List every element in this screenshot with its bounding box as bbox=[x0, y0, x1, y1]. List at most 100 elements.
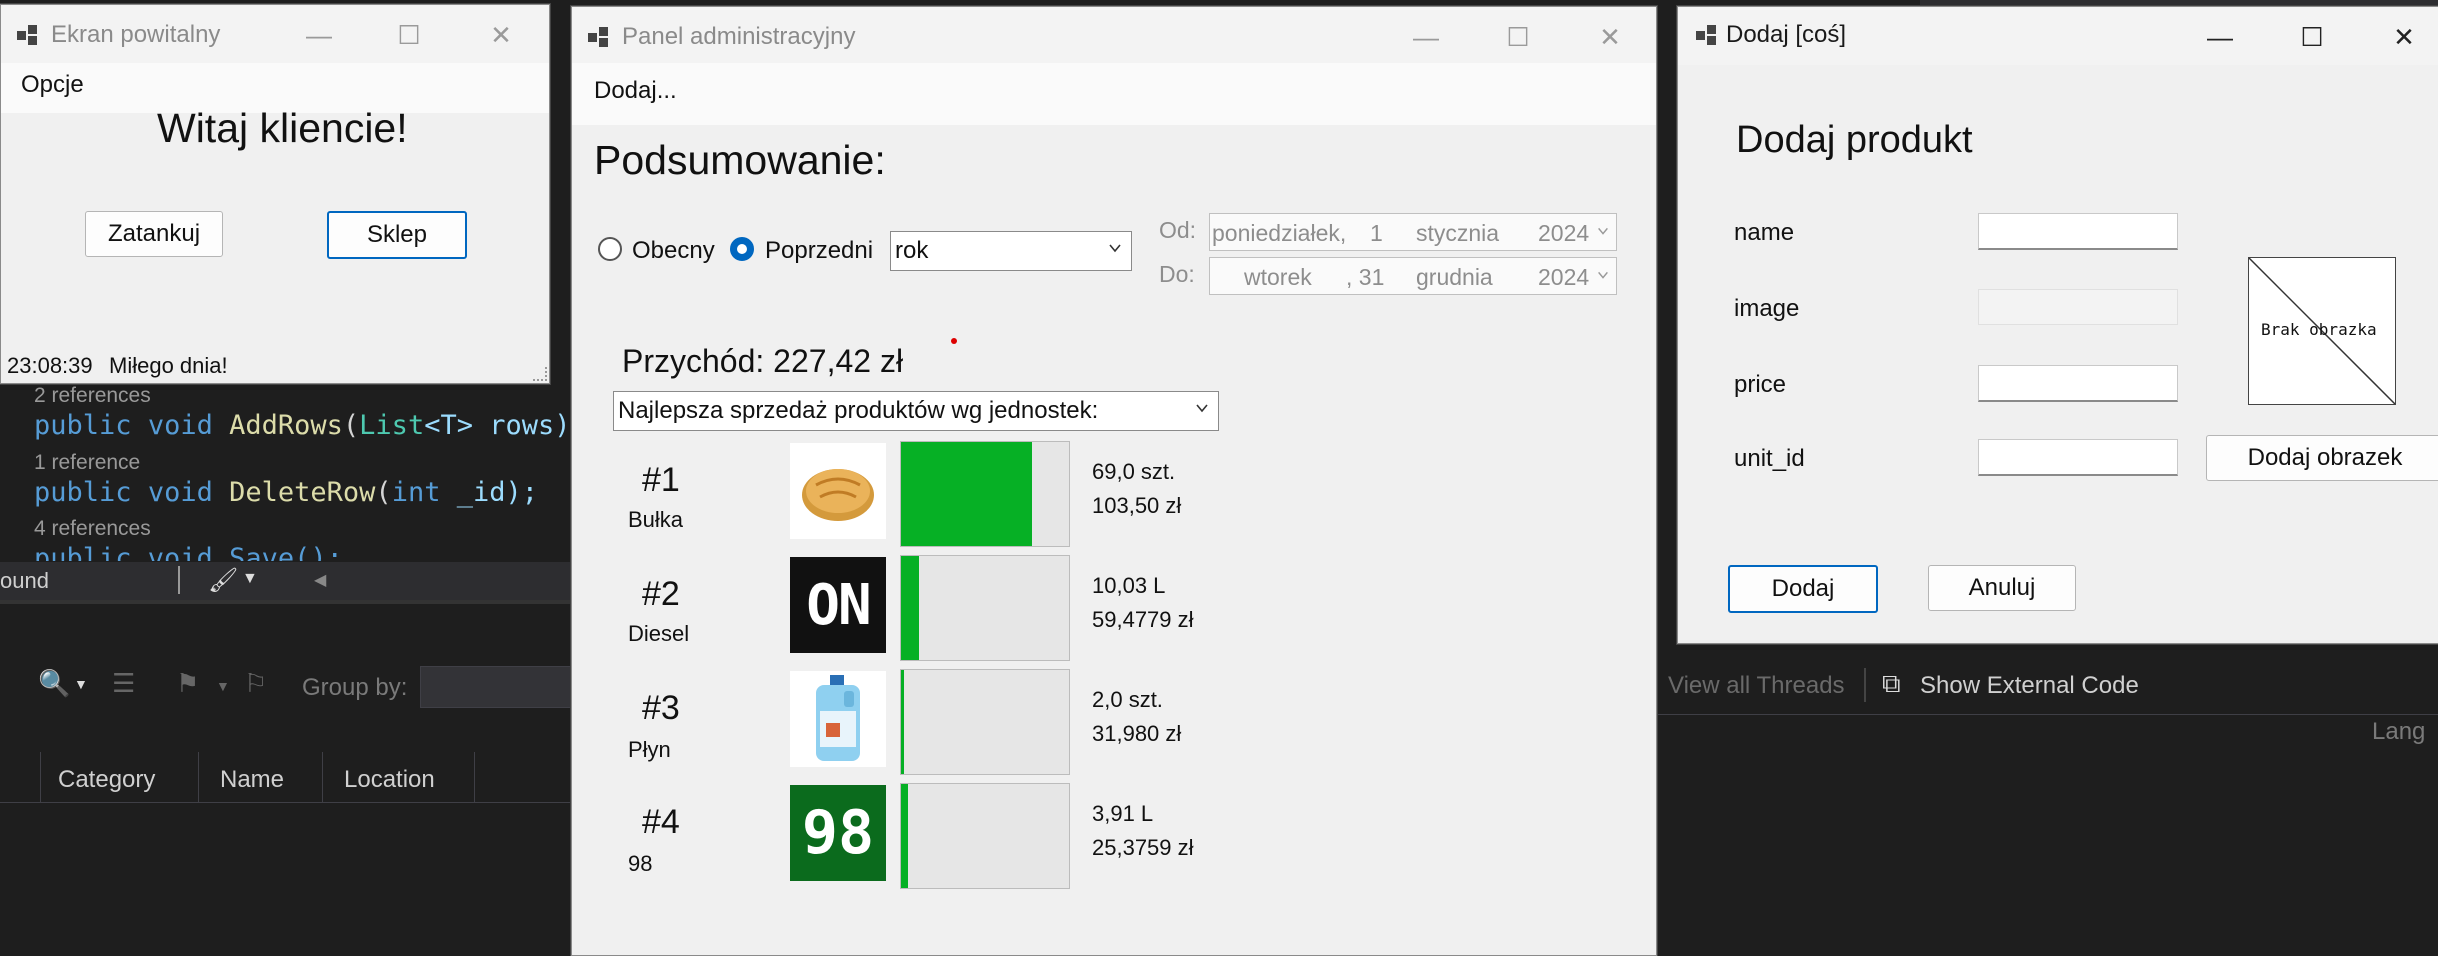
sales-progress-bar bbox=[900, 555, 1070, 661]
column-divider bbox=[198, 752, 199, 802]
rank-number: #1 bbox=[642, 461, 680, 499]
title-bar[interactable]: Panel administracyjny — ☐ ✕ bbox=[572, 7, 1656, 65]
minimize-icon[interactable]: — bbox=[2190, 17, 2250, 57]
price-input[interactable] bbox=[1978, 365, 2178, 402]
name-input[interactable] bbox=[1978, 213, 2178, 250]
ide-separator bbox=[0, 600, 570, 604]
group-by-input[interactable] bbox=[420, 666, 572, 708]
summary-heading: Podsumowanie: bbox=[594, 137, 886, 183]
diesel-label-graphic: ON bbox=[806, 572, 871, 638]
rank-quantity: 69,0 szt. bbox=[1092, 459, 1176, 484]
rank-value: 103,50 zł bbox=[1092, 493, 1182, 518]
method-name: DeleteRow bbox=[229, 477, 376, 508]
type-name: List bbox=[359, 410, 425, 441]
add-image-button[interactable]: Dodaj obrazek bbox=[2206, 435, 2438, 481]
cancel-button[interactable]: Anuluj bbox=[1928, 565, 2076, 611]
toolbar-text: ound bbox=[0, 568, 49, 593]
rank-value: 25,3759 zł bbox=[1092, 835, 1194, 860]
close-icon[interactable]: ✕ bbox=[471, 15, 531, 55]
bread-thumbnail bbox=[790, 443, 886, 539]
radio-previous[interactable] bbox=[730, 237, 754, 261]
radio-current-label[interactable]: Obecny bbox=[632, 237, 715, 265]
code-lens-references[interactable]: 1 reference bbox=[34, 451, 140, 475]
to-day: wtorek bbox=[1244, 264, 1312, 290]
radio-previous-label[interactable]: Poprzedni bbox=[765, 237, 873, 265]
title-bar[interactable]: Dodaj [coś] — ☐ ✕ bbox=[1678, 7, 2438, 65]
sort-select[interactable]: Najlepsza sprzedaż produktów wg jednoste… bbox=[613, 391, 1219, 431]
column-name[interactable]: Name bbox=[220, 766, 284, 794]
from-num: 1 bbox=[1370, 220, 1383, 246]
code-rest: _id); bbox=[456, 477, 539, 508]
refuel-button[interactable]: Zatankuj bbox=[85, 211, 223, 257]
radio-current[interactable] bbox=[598, 237, 622, 261]
external-code-icon[interactable]: ⧉ bbox=[1882, 668, 1901, 700]
minimize-icon[interactable]: — bbox=[289, 15, 349, 55]
code-lens-references[interactable]: 2 references bbox=[34, 384, 151, 408]
unit-id-input[interactable] bbox=[1978, 439, 2178, 476]
chevron-down-icon[interactable]: ▼ bbox=[242, 570, 258, 588]
petrol98-thumbnail: 98 bbox=[790, 785, 886, 881]
flags-icon[interactable]: ⚐ bbox=[244, 668, 267, 699]
status-message: Miłego dnia! bbox=[109, 353, 228, 378]
title-bar[interactable]: Ekran powitalny — ☐ ✕ bbox=[1, 5, 549, 63]
close-icon[interactable]: ✕ bbox=[1580, 17, 1640, 57]
column-category[interactable]: Category bbox=[58, 766, 155, 794]
window-title: Panel administracyjny bbox=[622, 23, 856, 50]
search-icon[interactable]: 🔍 bbox=[38, 668, 70, 699]
chevron-down-icon bbox=[1109, 244, 1121, 253]
close-icon[interactable]: ✕ bbox=[2374, 17, 2434, 57]
red-dot bbox=[951, 338, 957, 344]
language-column[interactable]: Lang bbox=[2372, 718, 2425, 746]
field-label-unit-id: unit_id bbox=[1734, 445, 1805, 472]
field-label-price: price bbox=[1734, 371, 1787, 398]
shop-button[interactable]: Sklep bbox=[327, 211, 467, 259]
window-title: Ekran powitalny bbox=[51, 21, 221, 48]
rank-name: Bułka bbox=[628, 507, 684, 532]
sales-progress-bar bbox=[900, 441, 1070, 547]
add-button[interactable]: Dodaj bbox=[1728, 565, 1878, 613]
chevron-down-icon[interactable]: ▼ bbox=[216, 678, 230, 694]
column-divider bbox=[322, 752, 323, 802]
bottle-icon bbox=[816, 675, 860, 761]
column-divider bbox=[474, 752, 475, 802]
sales-progress-bar bbox=[900, 669, 1070, 775]
ide-separator bbox=[1658, 714, 2438, 715]
from-year: 2024 bbox=[1538, 220, 1590, 246]
flag-icon[interactable]: ⚑ bbox=[176, 668, 199, 699]
maximize-icon[interactable]: ☐ bbox=[1488, 17, 1548, 57]
rank-number: #2 bbox=[642, 575, 680, 613]
sort-value: Najlepsza sprzedaż produktów wg jednoste… bbox=[618, 397, 1099, 424]
menu-add[interactable]: Dodaj... bbox=[594, 77, 677, 105]
menu-options[interactable]: Opcje bbox=[21, 71, 84, 99]
minimize-icon[interactable]: — bbox=[1396, 17, 1456, 57]
resize-grip-icon[interactable] bbox=[533, 367, 547, 381]
chevron-down-icon[interactable]: ▼ bbox=[74, 676, 88, 692]
from-date-picker[interactable]: poniedziałek, 1 stycznia 2024 bbox=[1209, 213, 1617, 251]
from-month: stycznia bbox=[1416, 220, 1500, 246]
keyword: public bbox=[34, 410, 132, 441]
app-icon bbox=[17, 25, 39, 45]
welcome-heading: Witaj kliencie! bbox=[157, 105, 408, 151]
group-by-label: Group by: bbox=[302, 674, 408, 701]
fluid-thumbnail bbox=[790, 671, 886, 767]
show-external-code[interactable]: Show External Code bbox=[1920, 672, 2139, 700]
column-location[interactable]: Location bbox=[344, 766, 435, 794]
chevron-down-icon bbox=[1598, 271, 1608, 279]
code-lens-references[interactable]: 4 references bbox=[34, 517, 151, 541]
field-label-name: name bbox=[1734, 219, 1795, 246]
from-label: Od: bbox=[1159, 217, 1197, 243]
period-select[interactable]: rok bbox=[890, 231, 1132, 271]
rank-number: #4 bbox=[642, 803, 680, 841]
progress-fill bbox=[901, 556, 920, 660]
method-name: AddRows bbox=[229, 410, 343, 441]
maximize-icon[interactable]: ☐ bbox=[379, 15, 439, 55]
brush-icon[interactable]: 🖌 bbox=[208, 566, 238, 594]
chevron-down-icon bbox=[1598, 227, 1608, 235]
rank-name: Płyn bbox=[628, 737, 671, 762]
list-icon[interactable]: ☰ bbox=[112, 668, 135, 699]
to-date-picker[interactable]: wtorek , 31 grudnia 2024 bbox=[1209, 257, 1617, 295]
maximize-icon[interactable]: ☐ bbox=[2282, 17, 2342, 57]
chevron-left-icon[interactable]: ◀ bbox=[314, 570, 326, 590]
view-all-threads[interactable]: View all Threads bbox=[1668, 672, 1845, 700]
to-label: Do: bbox=[1159, 261, 1195, 287]
